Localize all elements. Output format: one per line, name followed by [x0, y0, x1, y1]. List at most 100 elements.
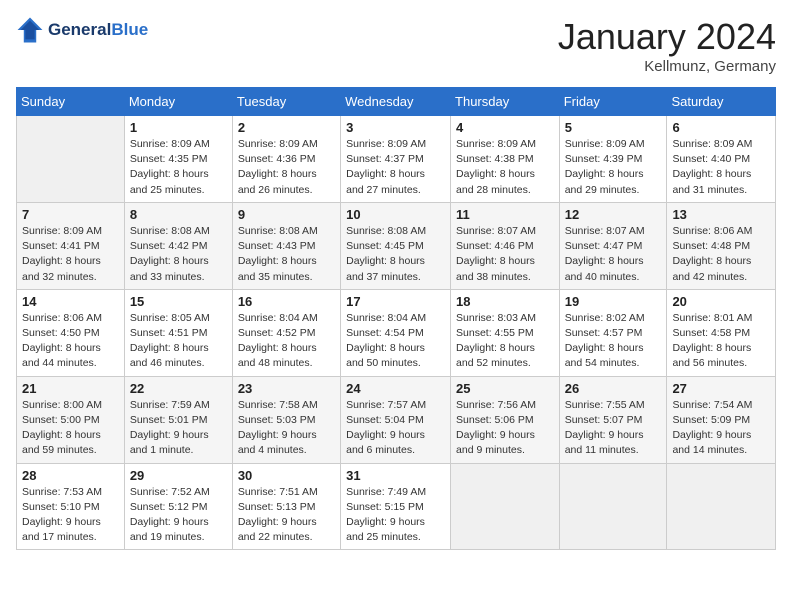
- day-number: 23: [238, 381, 335, 396]
- day-number: 19: [565, 294, 662, 309]
- day-info: Sunrise: 8:04 AM Sunset: 4:52 PM Dayligh…: [238, 311, 335, 372]
- day-number: 28: [22, 468, 119, 483]
- day-info: Sunrise: 8:00 AM Sunset: 5:00 PM Dayligh…: [22, 398, 119, 459]
- page-header: GeneralBlue January 2024 Kellmunz, Germa…: [16, 16, 776, 75]
- calendar-cell: 7 Sunrise: 8:09 AM Sunset: 4:41 PM Daylig…: [17, 202, 125, 289]
- calendar-cell: 6Sunrise: 8:09 AM Sunset: 4:40 PM Daylig…: [667, 116, 776, 203]
- calendar-cell: 20 Sunrise: 8:01 AM Sunset: 4:58 PM Dayli…: [667, 289, 776, 376]
- calendar-cell: 15 Sunrise: 8:05 AM Sunset: 4:51 PM Dayli…: [124, 289, 232, 376]
- day-number: 30: [238, 468, 335, 483]
- day-number: 24: [346, 381, 445, 396]
- calendar-cell: 24Sunrise: 7:57 AM Sunset: 5:04 PM Dayli…: [341, 376, 451, 463]
- calendar-cell: 2 Sunrise: 8:09 AM Sunset: 4:36 PM Daylig…: [232, 116, 340, 203]
- calendar-week-4: 21 Sunrise: 8:00 AM Sunset: 5:00 PM Dayli…: [17, 376, 776, 463]
- day-number: 1: [130, 120, 227, 135]
- calendar-cell: 27 Sunrise: 7:54 AM Sunset: 5:09 PM Dayli…: [667, 376, 776, 463]
- day-info: Sunrise: 8:02 AM Sunset: 4:57 PM Dayligh…: [565, 311, 662, 372]
- day-info: Sunrise: 7:59 AM Sunset: 5:01 PM Dayligh…: [130, 398, 227, 459]
- day-info: Sunrise: 8:08 AM Sunset: 4:45 PM Dayligh…: [346, 224, 445, 285]
- day-info: Sunrise: 8:05 AM Sunset: 4:51 PM Dayligh…: [130, 311, 227, 372]
- calendar-cell: 17 Sunrise: 8:04 AM Sunset: 4:54 PM Dayli…: [341, 289, 451, 376]
- weekday-header-sunday: Sunday: [17, 88, 125, 116]
- calendar-cell: 23 Sunrise: 7:58 AM Sunset: 5:03 PM Dayli…: [232, 376, 340, 463]
- day-number: 3: [346, 120, 445, 135]
- day-number: 4: [456, 120, 554, 135]
- calendar-cell: 30 Sunrise: 7:51 AM Sunset: 5:13 PM Dayli…: [232, 463, 340, 550]
- calendar-week-1: 1 Sunrise: 8:09 AM Sunset: 4:35 PM Daylig…: [17, 116, 776, 203]
- calendar-cell: [559, 463, 667, 550]
- day-number: 21: [22, 381, 119, 396]
- calendar-cell: 21 Sunrise: 8:00 AM Sunset: 5:00 PM Dayli…: [17, 376, 125, 463]
- day-number: 29: [130, 468, 227, 483]
- day-number: 31: [346, 468, 445, 483]
- calendar-cell: 12Sunrise: 8:07 AM Sunset: 4:47 PM Dayli…: [559, 202, 667, 289]
- day-number: 18: [456, 294, 554, 309]
- weekday-header-tuesday: Tuesday: [232, 88, 340, 116]
- calendar-cell: 26 Sunrise: 7:55 AM Sunset: 5:07 PM Dayli…: [559, 376, 667, 463]
- calendar-cell: 22 Sunrise: 7:59 AM Sunset: 5:01 PM Dayli…: [124, 376, 232, 463]
- day-info: Sunrise: 8:08 AM Sunset: 4:43 PM Dayligh…: [238, 224, 335, 285]
- day-number: 11: [456, 207, 554, 222]
- day-info: Sunrise: 8:09 AM Sunset: 4:36 PM Dayligh…: [238, 137, 335, 198]
- logo-icon: [16, 16, 44, 44]
- day-number: 20: [672, 294, 770, 309]
- day-info: Sunrise: 8:06 AM Sunset: 4:50 PM Dayligh…: [22, 311, 119, 372]
- calendar-cell: 29 Sunrise: 7:52 AM Sunset: 5:12 PM Dayli…: [124, 463, 232, 550]
- calendar-cell: 31Sunrise: 7:49 AM Sunset: 5:15 PM Dayli…: [341, 463, 451, 550]
- day-info: Sunrise: 8:06 AM Sunset: 4:48 PM Dayligh…: [672, 224, 770, 285]
- day-number: 27: [672, 381, 770, 396]
- day-info: Sunrise: 7:56 AM Sunset: 5:06 PM Dayligh…: [456, 398, 554, 459]
- calendar-cell: 3 Sunrise: 8:09 AM Sunset: 4:37 PM Daylig…: [341, 116, 451, 203]
- day-number: 9: [238, 207, 335, 222]
- day-number: 7: [22, 207, 119, 222]
- day-info: Sunrise: 8:03 AM Sunset: 4:55 PM Dayligh…: [456, 311, 554, 372]
- day-number: 8: [130, 207, 227, 222]
- day-info: Sunrise: 8:04 AM Sunset: 4:54 PM Dayligh…: [346, 311, 445, 372]
- calendar-cell: [667, 463, 776, 550]
- logo: GeneralBlue: [16, 16, 148, 44]
- day-info: Sunrise: 8:01 AM Sunset: 4:58 PM Dayligh…: [672, 311, 770, 372]
- day-number: 17: [346, 294, 445, 309]
- calendar-cell: 9 Sunrise: 8:08 AM Sunset: 4:43 PM Daylig…: [232, 202, 340, 289]
- day-info: Sunrise: 8:08 AM Sunset: 4:42 PM Dayligh…: [130, 224, 227, 285]
- day-info: Sunrise: 8:09 AM Sunset: 4:35 PM Dayligh…: [130, 137, 227, 198]
- day-number: 22: [130, 381, 227, 396]
- day-info: Sunrise: 7:58 AM Sunset: 5:03 PM Dayligh…: [238, 398, 335, 459]
- month-title: January 2024: [558, 16, 776, 58]
- day-info: Sunrise: 8:09 AM Sunset: 4:41 PM Dayligh…: [22, 224, 119, 285]
- day-info: Sunrise: 8:09 AM Sunset: 4:37 PM Dayligh…: [346, 137, 445, 198]
- day-number: 14: [22, 294, 119, 309]
- calendar-cell: 13 Sunrise: 8:06 AM Sunset: 4:48 PM Dayli…: [667, 202, 776, 289]
- day-info: Sunrise: 8:09 AM Sunset: 4:40 PM Dayligh…: [672, 137, 770, 198]
- day-number: 2: [238, 120, 335, 135]
- calendar-cell: 1 Sunrise: 8:09 AM Sunset: 4:35 PM Daylig…: [124, 116, 232, 203]
- location: Kellmunz, Germany: [558, 58, 776, 75]
- day-number: 26: [565, 381, 662, 396]
- day-number: 15: [130, 294, 227, 309]
- calendar-cell: 8 Sunrise: 8:08 AM Sunset: 4:42 PM Daylig…: [124, 202, 232, 289]
- calendar-cell: 18 Sunrise: 8:03 AM Sunset: 4:55 PM Dayli…: [451, 289, 560, 376]
- day-info: Sunrise: 7:54 AM Sunset: 5:09 PM Dayligh…: [672, 398, 770, 459]
- weekday-header-row: SundayMondayTuesdayWednesdayThursdayFrid…: [17, 88, 776, 116]
- calendar-cell: 5Sunrise: 8:09 AM Sunset: 4:39 PM Daylig…: [559, 116, 667, 203]
- calendar-week-5: 28Sunrise: 7:53 AM Sunset: 5:10 PM Dayli…: [17, 463, 776, 550]
- calendar-cell: 16 Sunrise: 8:04 AM Sunset: 4:52 PM Dayli…: [232, 289, 340, 376]
- title-block: January 2024 Kellmunz, Germany: [558, 16, 776, 75]
- day-number: 10: [346, 207, 445, 222]
- day-info: Sunrise: 8:09 AM Sunset: 4:39 PM Dayligh…: [565, 137, 662, 198]
- calendar-cell: 28Sunrise: 7:53 AM Sunset: 5:10 PM Dayli…: [17, 463, 125, 550]
- calendar-cell: 25Sunrise: 7:56 AM Sunset: 5:06 PM Dayli…: [451, 376, 560, 463]
- day-number: 13: [672, 207, 770, 222]
- calendar-cell: 11Sunrise: 8:07 AM Sunset: 4:46 PM Dayli…: [451, 202, 560, 289]
- day-info: Sunrise: 7:52 AM Sunset: 5:12 PM Dayligh…: [130, 485, 227, 546]
- calendar-cell: [451, 463, 560, 550]
- logo-text: GeneralBlue: [48, 20, 148, 40]
- calendar-cell: [17, 116, 125, 203]
- day-number: 16: [238, 294, 335, 309]
- day-info: Sunrise: 7:55 AM Sunset: 5:07 PM Dayligh…: [565, 398, 662, 459]
- calendar-cell: 10 Sunrise: 8:08 AM Sunset: 4:45 PM Dayli…: [341, 202, 451, 289]
- calendar-cell: 14 Sunrise: 8:06 AM Sunset: 4:50 PM Dayli…: [17, 289, 125, 376]
- weekday-header-wednesday: Wednesday: [341, 88, 451, 116]
- calendar-week-2: 7 Sunrise: 8:09 AM Sunset: 4:41 PM Daylig…: [17, 202, 776, 289]
- day-info: Sunrise: 7:51 AM Sunset: 5:13 PM Dayligh…: [238, 485, 335, 546]
